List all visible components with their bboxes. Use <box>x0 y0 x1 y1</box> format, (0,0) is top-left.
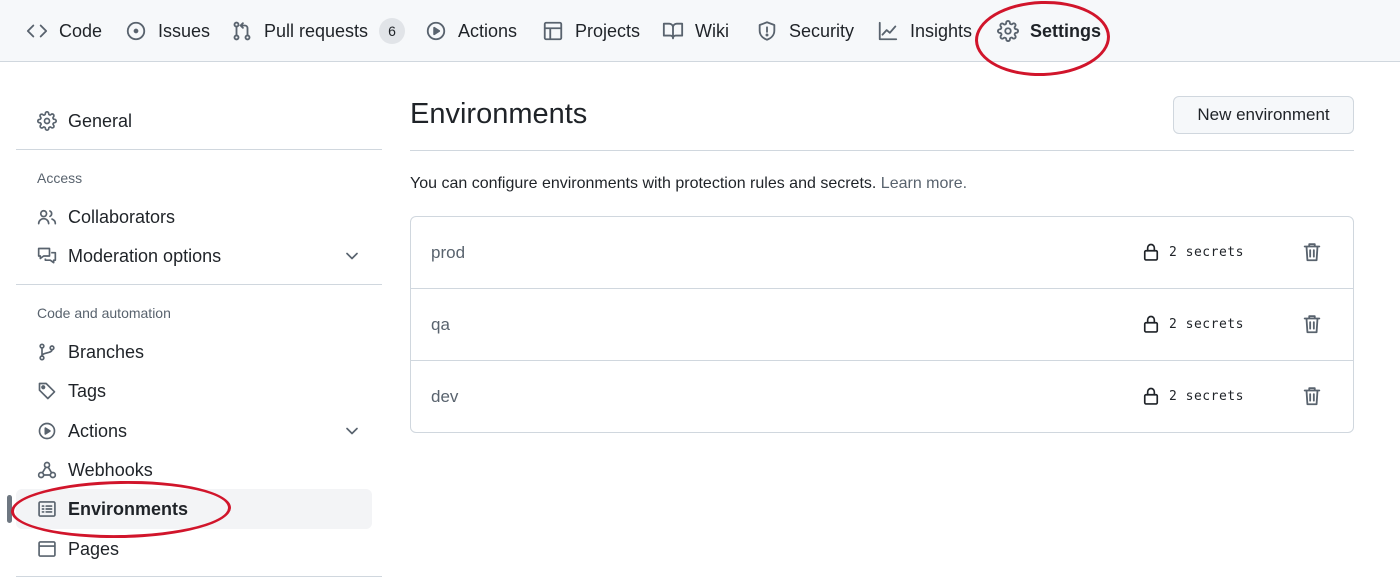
sidebar-item-webhooks[interactable]: Webhooks <box>16 450 372 490</box>
tab-projects[interactable]: Projects <box>542 0 640 62</box>
lock-icon <box>1143 387 1159 405</box>
sidebar-item-label: Pages <box>68 538 120 559</box>
sidebar-divider <box>16 284 382 285</box>
sidebar-item-label: General <box>68 110 133 131</box>
secrets-count: 2 secrets <box>1169 317 1244 332</box>
tag-icon <box>36 380 58 402</box>
sidebar-item-label: Actions <box>68 420 128 441</box>
sidebar-item-branches[interactable]: Branches <box>16 332 372 372</box>
people-icon <box>36 206 58 228</box>
tab-security[interactable]: Security <box>756 0 854 62</box>
code-icon <box>26 20 48 42</box>
tab-projects-label: Projects <box>575 20 641 41</box>
tab-pull-requests[interactable]: Pull requests 6 <box>231 0 406 62</box>
environments-list: prod 2 secrets qa 2 secrets dev 2 secret… <box>410 216 1354 433</box>
tab-security-label: Security <box>789 20 855 41</box>
sidebar-item-collaborators[interactable]: Collaborators <box>16 197 372 237</box>
tab-pull-requests-label: Pull requests <box>264 20 369 41</box>
play-icon <box>36 420 58 442</box>
chevron-down-icon[interactable] <box>342 246 362 266</box>
chevron-down-icon[interactable] <box>342 421 362 441</box>
sidebar-item-label: Environments <box>68 498 189 519</box>
trash-icon[interactable] <box>1301 313 1323 335</box>
server-icon <box>36 498 58 520</box>
tab-wiki[interactable]: Wiki <box>662 0 729 62</box>
sidebar-divider <box>16 149 382 150</box>
sidebar-item-label: Moderation options <box>68 245 222 266</box>
sidebar-item-label: Webhooks <box>68 459 153 480</box>
sidebar-item-tags[interactable]: Tags <box>16 371 372 411</box>
pull-requests-count-badge: 6 <box>379 18 406 44</box>
git-branch-icon <box>36 341 58 363</box>
shield-icon <box>756 20 778 42</box>
environment-name-link[interactable]: qa <box>431 315 450 335</box>
graph-icon <box>877 20 899 42</box>
environment-row: qa 2 secrets <box>411 288 1353 359</box>
secrets-count: 2 secrets <box>1169 245 1244 260</box>
comment-discussion-icon <box>36 245 58 267</box>
title-divider <box>410 150 1354 151</box>
sidebar-item-actions[interactable]: Actions <box>16 411 372 451</box>
tab-wiki-label: Wiki <box>695 20 729 41</box>
sidebar-item-label: Tags <box>68 380 107 401</box>
sidebar-item-label: Collaborators <box>68 206 176 227</box>
tab-actions-label: Actions <box>458 20 518 41</box>
sidebar-heading-access: Access <box>37 170 83 186</box>
tab-code-label: Code <box>59 20 103 41</box>
table-icon <box>542 20 564 42</box>
sidebar-divider <box>16 576 382 577</box>
play-icon <box>425 20 447 42</box>
trash-icon[interactable] <box>1301 385 1323 407</box>
lock-icon <box>1143 243 1159 261</box>
environment-name-link[interactable]: prod <box>431 243 465 263</box>
gear-icon <box>36 110 58 132</box>
browser-icon <box>36 538 58 560</box>
sidebar-item-moderation-options[interactable]: Moderation options <box>16 236 372 276</box>
tab-issues-label: Issues <box>158 20 211 41</box>
learn-more-link[interactable]: Learn more. <box>881 175 967 192</box>
tab-insights-label: Insights <box>910 20 973 41</box>
page-title: Environments <box>410 98 588 130</box>
sidebar-item-environments[interactable]: Environments <box>7 489 372 529</box>
tab-code[interactable]: Code <box>26 0 102 62</box>
sidebar-item-label: Branches <box>68 341 145 362</box>
gear-icon <box>997 20 1019 42</box>
git-pull-request-icon <box>231 20 253 42</box>
tab-issues[interactable]: Issues <box>125 0 210 62</box>
tab-insights[interactable]: Insights <box>877 0 972 62</box>
lock-icon <box>1143 315 1159 333</box>
secrets-count: 2 secrets <box>1169 389 1244 404</box>
sidebar-heading-code-and-automation: Code and automation <box>37 305 171 321</box>
environments-description: You can configure environments with prot… <box>410 175 967 193</box>
environment-row: prod 2 secrets <box>411 217 1353 288</box>
sidebar-item-general[interactable]: General <box>16 101 372 141</box>
repo-navigation: Code Issues Pull requests 6 Actions Proj… <box>0 0 1400 62</box>
book-icon <box>662 20 684 42</box>
tab-settings-label: Settings <box>1030 20 1102 41</box>
sidebar-item-pages[interactable]: Pages <box>16 529 372 569</box>
trash-icon[interactable] <box>1301 241 1323 263</box>
environment-name-link[interactable]: dev <box>431 387 458 407</box>
tab-settings[interactable]: Settings <box>997 0 1101 62</box>
new-environment-button[interactable]: New environment <box>1173 96 1354 134</box>
webhook-icon <box>36 459 58 481</box>
tab-actions[interactable]: Actions <box>425 0 517 62</box>
issue-opened-icon <box>125 20 147 42</box>
description-text: You can configure environments with prot… <box>410 175 877 192</box>
environment-row: dev 2 secrets <box>411 360 1353 431</box>
